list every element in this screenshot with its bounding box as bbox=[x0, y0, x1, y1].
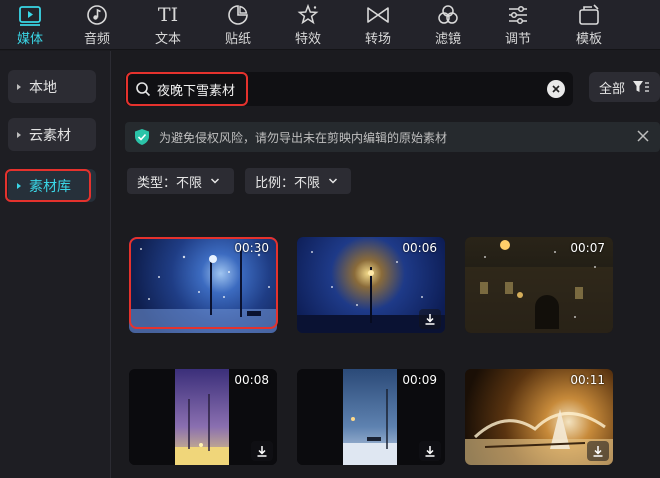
tab-text-label: 文本 bbox=[154, 32, 181, 47]
tab-media-label: 媒体 bbox=[16, 32, 43, 47]
tab-filter-label: 滤镜 bbox=[434, 32, 461, 47]
download-icon bbox=[593, 446, 603, 457]
download-button[interactable] bbox=[251, 441, 273, 461]
clear-search-button[interactable] bbox=[547, 80, 565, 98]
chevron-down-icon bbox=[211, 178, 220, 184]
sidebar-item-library[interactable]: 素材库 bbox=[8, 169, 96, 202]
media-thumbnail[interactable]: 00:11 bbox=[465, 369, 613, 465]
filter-icon bbox=[633, 81, 650, 92]
search-input[interactable] bbox=[157, 81, 517, 97]
text-icon: TI bbox=[157, 4, 179, 26]
template-icon bbox=[577, 3, 601, 27]
sticker-icon bbox=[226, 3, 250, 27]
copyright-notice: 为避免侵权风险，请勿导出未在剪映内编辑的原始素材 bbox=[125, 122, 660, 152]
type-filter-dropdown[interactable]: 类型：不限 bbox=[127, 168, 234, 194]
download-button[interactable] bbox=[419, 441, 441, 461]
caret-right-icon bbox=[17, 182, 21, 189]
media-thumbnail[interactable]: 00:09 bbox=[297, 369, 445, 465]
duration-label: 00:11 bbox=[570, 373, 605, 387]
search-bar bbox=[125, 72, 573, 106]
tab-adjust[interactable]: 调节 bbox=[488, 0, 548, 50]
filter-all-label: 全部 bbox=[599, 81, 626, 97]
tab-audio-label: 音频 bbox=[83, 32, 110, 47]
music-note-icon bbox=[85, 3, 109, 27]
download-button[interactable] bbox=[587, 441, 609, 461]
duration-label: 00:06 bbox=[402, 241, 437, 255]
adjust-sliders-icon bbox=[506, 3, 530, 27]
tab-transition-label: 转场 bbox=[364, 32, 391, 47]
download-icon bbox=[257, 446, 267, 457]
tab-sticker[interactable]: 贴纸 bbox=[208, 0, 268, 50]
duration-label: 00:09 bbox=[402, 373, 437, 387]
ratio-filter-dropdown[interactable]: 比例：不限 bbox=[245, 168, 351, 194]
tab-transition[interactable]: 转场 bbox=[348, 0, 408, 50]
media-thumbnail[interactable]: 00:08 bbox=[129, 369, 277, 465]
duration-label: 00:08 bbox=[234, 373, 269, 387]
close-notice-icon[interactable] bbox=[636, 129, 650, 143]
tab-text[interactable]: TI 文本 bbox=[138, 0, 198, 50]
caret-right-icon bbox=[17, 83, 21, 90]
sidebar bbox=[0, 51, 111, 478]
duration-label: 00:07 bbox=[570, 241, 605, 255]
duration-label: 00:30 bbox=[234, 241, 269, 255]
media-thumbnail[interactable]: 00:07 bbox=[465, 237, 613, 333]
media-thumbnail[interactable]: 00:30 bbox=[129, 237, 277, 333]
transition-icon bbox=[366, 3, 390, 27]
sidebar-item-label: 云素材 bbox=[29, 127, 71, 144]
sidebar-item-label: 素材库 bbox=[29, 178, 71, 195]
ratio-filter-label: 比例：不限 bbox=[255, 175, 321, 191]
top-toolbar: 媒体 音频 TI 文本 贴纸 特效 转场 滤镜 调节 模板 bbox=[0, 0, 660, 50]
download-button[interactable] bbox=[419, 309, 441, 329]
media-icon bbox=[18, 3, 42, 27]
chevron-down-icon bbox=[329, 178, 338, 184]
tab-sticker-label: 贴纸 bbox=[224, 32, 251, 47]
tab-effects[interactable]: 特效 bbox=[278, 0, 338, 50]
media-thumbnail[interactable]: 00:06 bbox=[297, 237, 445, 333]
tab-template-label: 模板 bbox=[575, 32, 602, 47]
tab-effects-label: 特效 bbox=[294, 32, 321, 47]
tab-adjust-label: 调节 bbox=[504, 32, 531, 47]
download-icon bbox=[425, 314, 435, 325]
sidebar-item-local[interactable]: 本地 bbox=[8, 70, 96, 103]
filter-all-button[interactable]: 全部 bbox=[589, 72, 660, 102]
star-effect-icon bbox=[296, 3, 320, 27]
search-icon bbox=[136, 82, 151, 97]
close-icon bbox=[552, 85, 560, 93]
type-filter-label: 类型：不限 bbox=[137, 175, 203, 191]
tab-audio[interactable]: 音频 bbox=[67, 0, 127, 50]
sidebar-item-cloud[interactable]: 云素材 bbox=[8, 118, 96, 151]
tab-filter[interactable]: 滤镜 bbox=[418, 0, 478, 50]
notice-text: 为避免侵权风险，请勿导出未在剪映内编辑的原始素材 bbox=[159, 130, 448, 145]
tab-template[interactable]: 模板 bbox=[559, 0, 619, 50]
download-icon bbox=[425, 446, 435, 457]
shield-check-icon bbox=[135, 129, 149, 145]
sidebar-item-label: 本地 bbox=[29, 79, 57, 96]
tab-media[interactable]: 媒体 bbox=[0, 0, 60, 50]
caret-right-icon bbox=[17, 131, 21, 138]
filter-circles-icon bbox=[436, 3, 460, 27]
